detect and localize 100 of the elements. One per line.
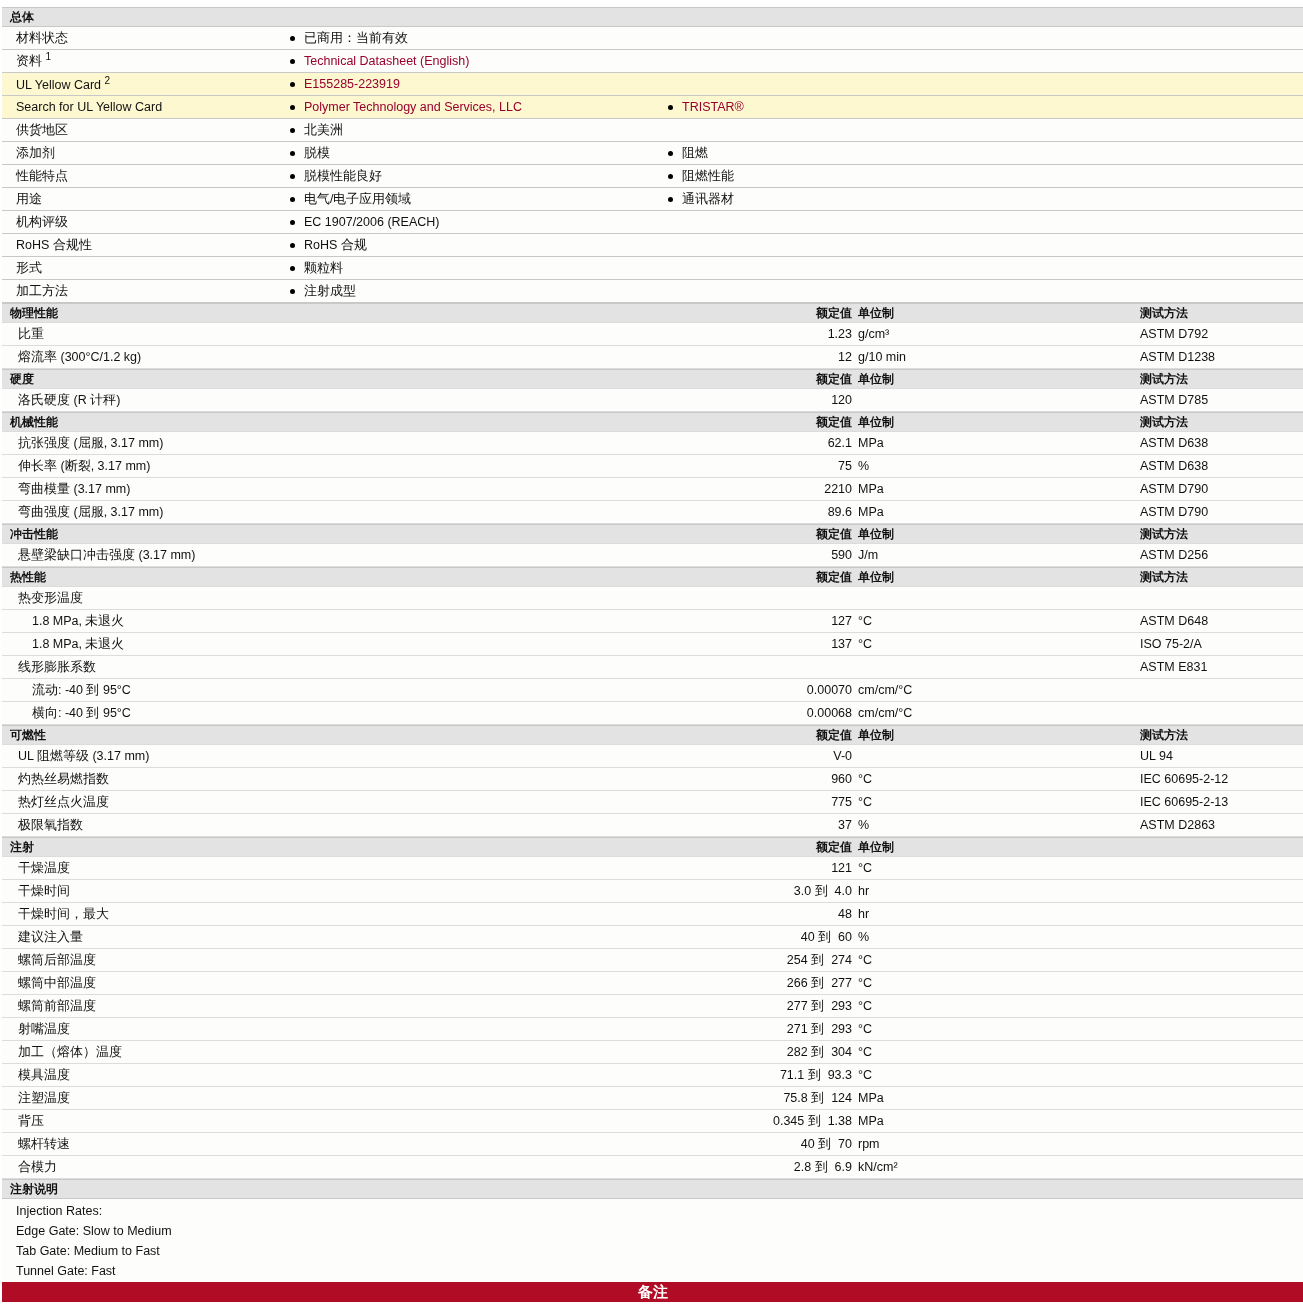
value-text: 通讯器材 (682, 190, 734, 208)
link[interactable]: Polymer Technology and Services, LLC (304, 100, 522, 114)
property-value: 62.1 (827, 436, 852, 450)
unit-text: hr (858, 884, 870, 898)
bullet-icon (668, 173, 673, 179)
value-text: 北美洲 (304, 121, 343, 139)
property-value: V-0 (833, 749, 852, 763)
property-value: 48 (838, 907, 852, 921)
note-line: Injection Rates: (16, 1203, 103, 1220)
unit-text: MPa (858, 482, 884, 496)
column-header: 测试方法 (1139, 370, 1189, 388)
value-text: EC 1907/2006 (REACH) (304, 215, 440, 229)
property-value: 40 到 60 (800, 929, 852, 944)
unit-text: MPa (858, 1091, 884, 1105)
property-label: 横向: -40 到 95°C (31, 704, 132, 722)
unit-text: % (858, 930, 870, 944)
column-header: 额定值 (815, 568, 853, 586)
unit-text: °C (858, 637, 873, 651)
section-title: 热性能 (9, 568, 47, 586)
section-title: 机械性能 (9, 413, 59, 431)
property-label: 干燥时间 (17, 882, 71, 900)
property-value: 266 到 277 (786, 975, 852, 990)
property-value: 2210 (824, 482, 852, 496)
property-value: 0.00068 (806, 706, 852, 720)
property-value: 282 到 304 (786, 1044, 852, 1059)
property-value: 2.8 到 6.9 (793, 1159, 852, 1174)
property-label: 背压 (17, 1112, 45, 1130)
column-header: 单位制 (857, 304, 895, 322)
property-label: 热灯丝点火温度 (17, 793, 110, 811)
property-label: 热变形温度 (17, 589, 84, 607)
property-label: 流动: -40 到 95°C (31, 681, 132, 699)
test-method: ASTM D648 (1140, 614, 1209, 628)
section-title: 可燃性 (9, 726, 47, 744)
property-label: 螺筒前部温度 (17, 997, 97, 1015)
unit-text: MPa (858, 505, 884, 519)
value-text: 阻燃性能 (682, 167, 734, 185)
property-label: 1.8 MPa, 未退火 (31, 635, 126, 653)
bullet-icon (290, 35, 295, 41)
property-value: 75.8 到 124 (783, 1090, 852, 1105)
property-label: 熔流率 (300°C/1.2 kg) (17, 348, 143, 366)
bullet-icon (290, 173, 295, 179)
test-method: ASTM D256 (1140, 548, 1209, 562)
unit-text: °C (858, 1022, 873, 1036)
property-label: 材料状态 (15, 29, 69, 47)
property-label: 灼热丝易燃指数 (17, 770, 110, 788)
property-label: 添加剂 (15, 144, 56, 162)
value-text: 已商用：当前有效 (304, 29, 408, 47)
unit-text: rpm (858, 1137, 880, 1151)
column-header: 测试方法 (1139, 304, 1189, 322)
test-method: ASTM D2863 (1140, 818, 1216, 832)
link[interactable]: TRISTAR® (682, 100, 744, 114)
unit-text: °C (858, 861, 873, 875)
bullet-icon (290, 219, 295, 225)
section-title: 物理性能 (9, 304, 59, 322)
value-text: 脱模 (304, 144, 330, 162)
property-value: 75 (838, 459, 852, 473)
value-text: 颗粒料 (304, 259, 343, 277)
test-method: IEC 60695-2-13 (1140, 795, 1229, 809)
unit-text: MPa (858, 1114, 884, 1128)
column-header: 测试方法 (1139, 568, 1189, 586)
property-label: 1.8 MPa, 未退火 (31, 612, 126, 630)
property-label: UL 阻燃等级 (3.17 mm) (17, 747, 151, 765)
property-value: 0.00070 (806, 683, 852, 697)
property-value: 71.1 到 93.3 (779, 1067, 852, 1082)
unit-text: °C (858, 772, 873, 786)
value-text: 脱模性能良好 (304, 167, 382, 185)
bullet-icon (290, 81, 295, 87)
test-method: UL 94 (1140, 749, 1173, 763)
bullet-icon (290, 104, 295, 110)
column-header: 单位制 (857, 568, 895, 586)
value-text: 阻燃 (682, 144, 708, 162)
property-label: 合模力 (17, 1158, 58, 1176)
note-line: Tunnel Gate: Fast (16, 1263, 116, 1280)
property-label: 弯曲强度 (屈服, 3.17 mm) (17, 503, 165, 521)
test-method: IEC 60695-2-12 (1140, 772, 1229, 786)
property-label: 资料 $^{1}$ (15, 51, 53, 71)
property-value: 137 (831, 637, 852, 651)
unit-text: cm/cm/°C (858, 706, 913, 720)
bullet-icon (290, 127, 295, 133)
test-method: ASTM D792 (1140, 327, 1209, 341)
unit-text: MPa (858, 436, 884, 450)
property-label: 伸长率 (断裂, 3.17 mm) (17, 457, 152, 475)
unit-text: J/m (858, 548, 879, 562)
column-header: 额定值 (815, 525, 853, 543)
property-label: 洛氏硬度 (R 计秤) (17, 391, 122, 409)
property-value: 254 到 274 (786, 952, 852, 967)
property-label: 射嘴温度 (17, 1020, 71, 1038)
section-title: 总体 (8, 8, 34, 26)
link[interactable]: E155285-223919 (304, 77, 400, 91)
property-label: 干燥时间，最大 (17, 905, 110, 923)
column-header: 单位制 (857, 726, 895, 744)
section-title: 注射 (9, 838, 35, 856)
property-label: 形式 (15, 259, 43, 277)
remarks-banner: 备注 (2, 1282, 1303, 1302)
test-method: ASTM D790 (1140, 505, 1209, 519)
link[interactable]: Technical Datasheet (English) (304, 54, 470, 68)
column-header: 额定值 (815, 413, 853, 431)
bullet-icon (668, 104, 673, 110)
unit-text: °C (858, 614, 873, 628)
property-label: 用途 (15, 190, 43, 208)
